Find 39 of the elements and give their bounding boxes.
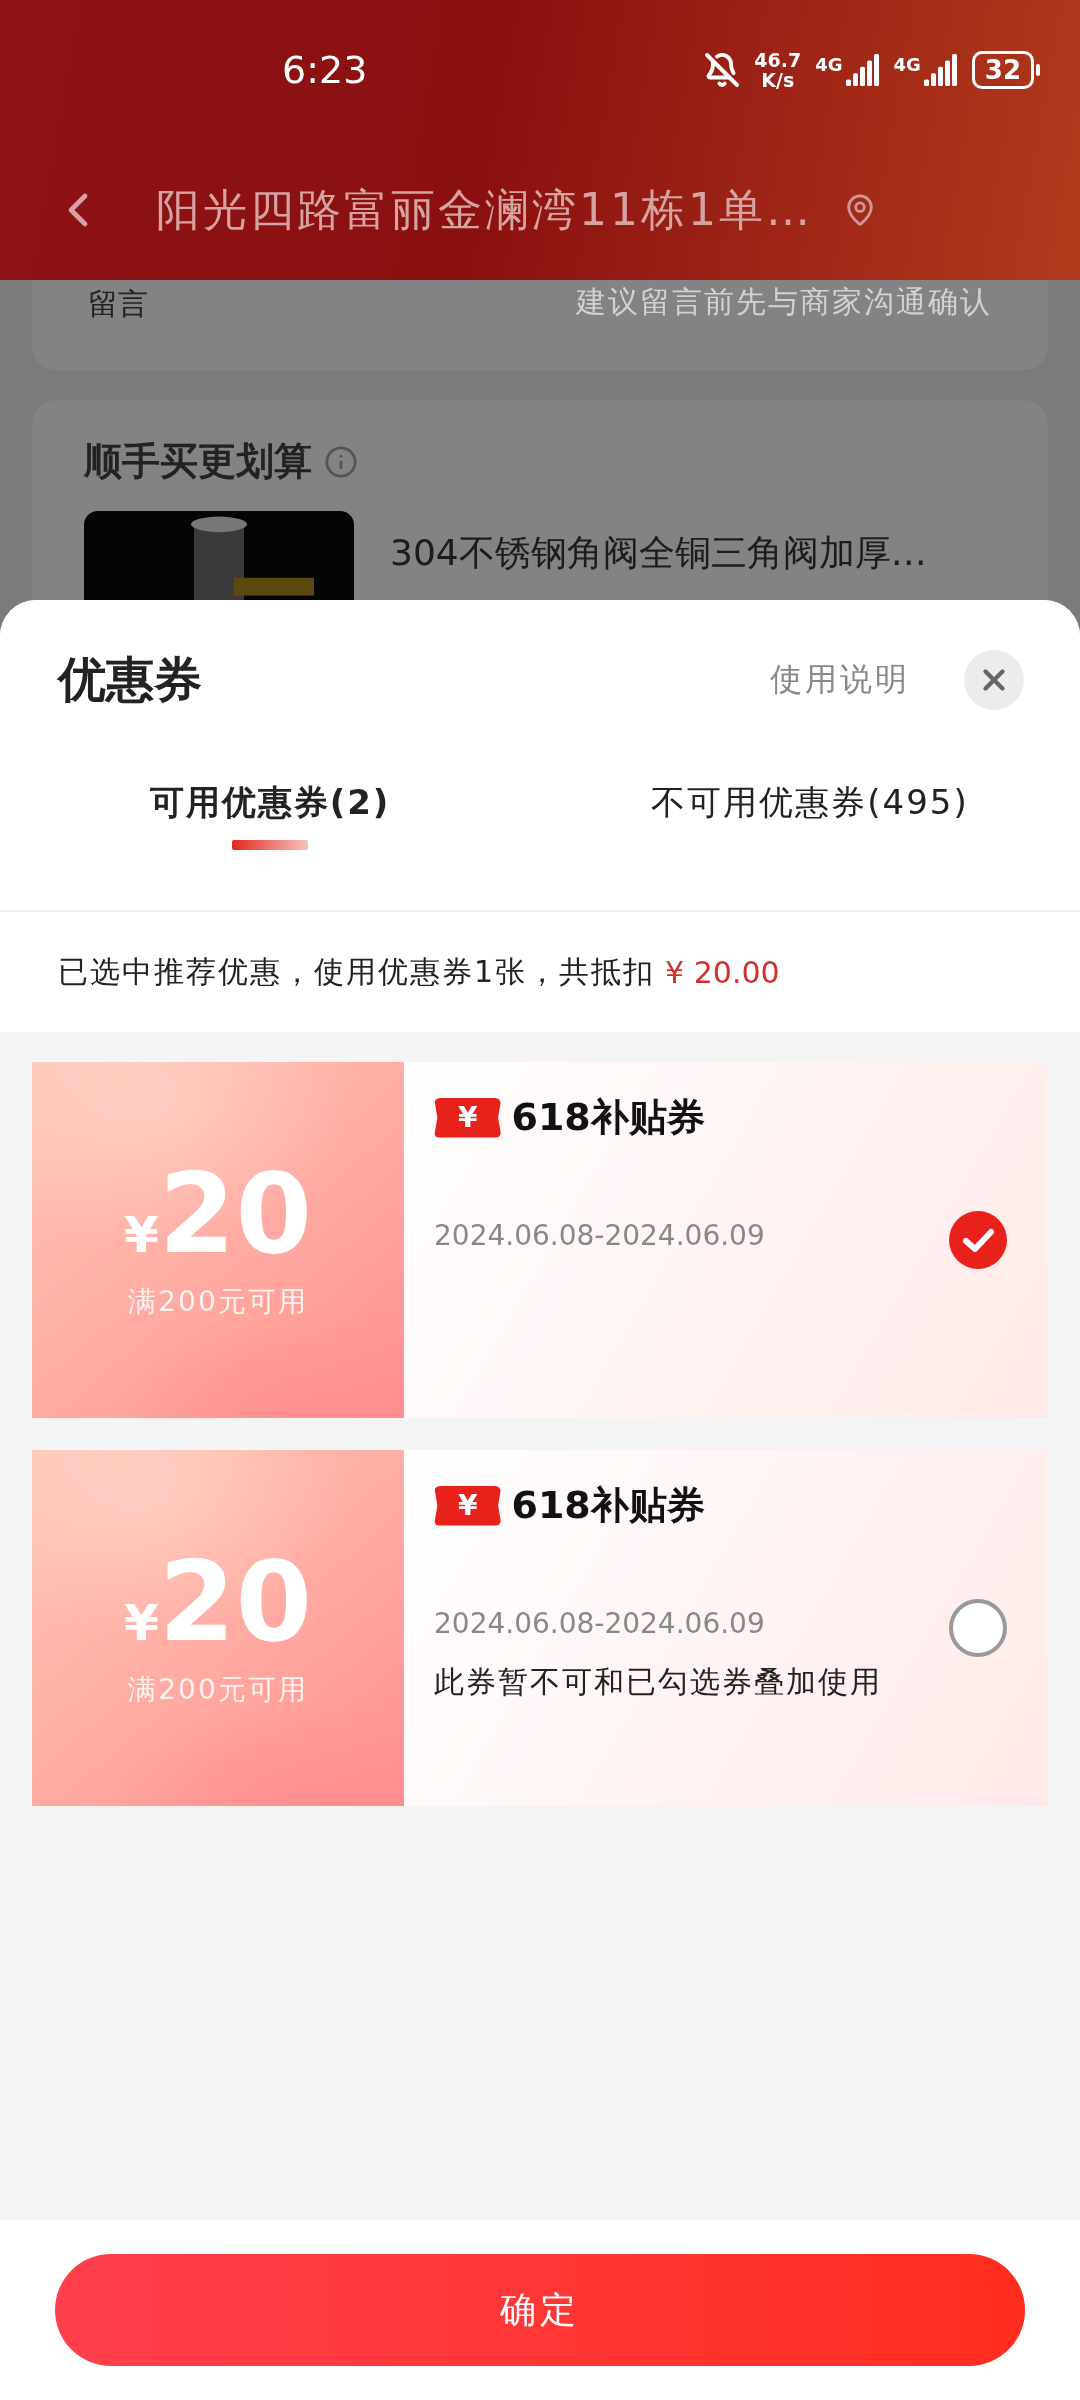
yuan-ticket-badge: ¥ <box>434 1097 502 1138</box>
product-name[interactable]: 304不锈钢角阀全铜三角阀加厚… <box>390 511 927 600</box>
battery-tip-icon <box>1036 64 1040 76</box>
selection-summary: 已选中推荐优惠，使用优惠券1张，共抵扣 <box>58 952 656 991</box>
status-time: 6:23 <box>282 48 369 92</box>
coupon-card[interactable]: ¥20 满200元可用 ¥ 618补贴券 2024.06.08-2024.06.09 <box>32 1062 1048 1418</box>
usage-instructions-link[interactable]: 使用说明 <box>770 658 910 702</box>
remark-label: 留言 <box>88 285 148 323</box>
network-speed-unit: K/s <box>761 70 795 90</box>
remark-input[interactable]: 建议留言前先与商家沟通确认 <box>532 280 992 319</box>
checked-radio-icon[interactable] <box>948 1210 1008 1270</box>
coupon-tab[interactable]: 不可用优惠券(495) <box>540 760 1080 910</box>
network-speed: 46.7 <box>754 50 802 70</box>
coupon-name: 618补贴券 <box>511 1482 705 1529</box>
coupon-note: 此券暂不可和已勾选券叠加使用 <box>434 1663 883 1701</box>
discount-amount: ¥ 20.00 <box>665 954 780 990</box>
currency-symbol: ¥ <box>124 1594 159 1652</box>
currency-symbol: ¥ <box>124 1206 159 1264</box>
signal-icon <box>845 54 880 86</box>
signal-icon <box>923 54 958 86</box>
coupon-tab[interactable]: 可用优惠券(2) <box>0 760 540 910</box>
yuan-ticket-badge: ¥ <box>434 1485 502 1526</box>
network-type: 4G <box>893 54 921 75</box>
address-title: 阳光四路富丽金澜湾11栋1单… <box>156 182 813 237</box>
coupon-amount: 20 <box>158 1159 312 1269</box>
unchecked-radio-icon[interactable] <box>948 1598 1008 1658</box>
battery-level: 32 <box>971 51 1034 89</box>
bell-off-icon <box>704 52 741 88</box>
coupon-name: 618补贴券 <box>511 1094 705 1141</box>
coupon-condition: 满200元可用 <box>128 1672 308 1708</box>
coupon-amount: 20 <box>158 1547 312 1657</box>
recommend-title: 顺手买更划算 <box>84 438 312 485</box>
sheet-title: 优惠券 <box>58 650 203 709</box>
confirm-button[interactable]: 确定 <box>55 2254 1025 2366</box>
coupon-validity: 2024.06.08-2024.06.09 <box>434 1607 766 1640</box>
coupon-card[interactable]: ¥20 满200元可用 ¥ 618补贴券 2024.06.08-2024.06.09 此券暂不可和已勾选券叠加使用 <box>32 1450 1048 1806</box>
network-type: 4G <box>815 54 843 75</box>
coupon-validity: 2024.06.08-2024.06.09 <box>434 1219 766 1252</box>
coupon-condition: 满200元可用 <box>128 1284 308 1320</box>
